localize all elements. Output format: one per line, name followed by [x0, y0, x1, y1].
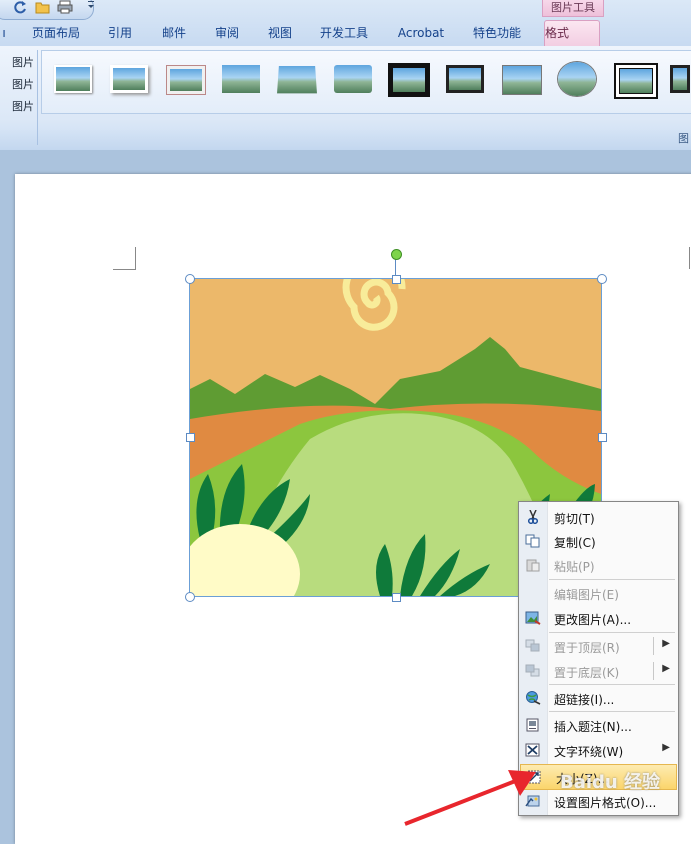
- menu-separator: [549, 711, 675, 712]
- send-back-icon: [525, 664, 541, 678]
- hyperlink-icon: [525, 691, 541, 705]
- resize-handle-bottom-left[interactable]: [185, 592, 195, 602]
- submenu-arrow-icon: ▶: [662, 742, 670, 753]
- picture-style-thumb[interactable]: [277, 65, 317, 94]
- menu-item-insert-caption[interactable]: 插入题注(N)...: [519, 713, 678, 737]
- menu-item-label: 剪切(T): [554, 512, 595, 526]
- ribbon-group-label-bar: [0, 130, 691, 150]
- picture-style-thumb[interactable]: [670, 65, 690, 93]
- scissors-icon: [525, 509, 541, 525]
- watermark-logo: Baidu 经验: [560, 772, 661, 793]
- tab-developer[interactable]: 开发工具: [316, 22, 372, 44]
- resize-handle-top-right[interactable]: [597, 274, 607, 284]
- resize-handle-top-left[interactable]: [185, 274, 195, 284]
- text-wrap-icon: [525, 743, 541, 757]
- tab-acrobat[interactable]: Acrobat: [392, 22, 450, 44]
- menu-separator: [549, 632, 675, 633]
- copy-icon: [525, 534, 541, 548]
- submenu-arrow-icon: ▶: [662, 638, 670, 649]
- ribbon-left-item[interactable]: 图片: [0, 98, 34, 114]
- margin-corner-mark: [113, 247, 136, 270]
- ribbon-left-item[interactable]: 图片: [0, 54, 34, 70]
- tab-cutoff[interactable]: ı: [0, 22, 8, 44]
- menu-item-label: 编辑图片(E): [554, 588, 619, 602]
- submenu-divider: [653, 662, 654, 680]
- menu-item-change-picture[interactable]: 更改图片(A)...: [519, 606, 678, 630]
- menu-item-send-to-back[interactable]: 置于底层(K) ▶: [519, 659, 678, 683]
- picture-styles-gallery: [41, 50, 691, 114]
- customize-chevron-icon[interactable]: [87, 0, 95, 13]
- picture-style-thumb[interactable]: [334, 65, 372, 93]
- picture-style-thumb[interactable]: [388, 63, 430, 97]
- tab-page-layout[interactable]: 页面布局: [28, 22, 84, 44]
- submenu-divider: [653, 637, 654, 655]
- menu-item-label: 置于底层(K): [554, 666, 620, 680]
- submenu-arrow-icon: ▶: [662, 663, 670, 674]
- picture-style-thumb[interactable]: [446, 65, 484, 93]
- tab-format[interactable]: 格式: [544, 20, 600, 47]
- menu-item-paste[interactable]: 粘贴(P): [519, 553, 678, 577]
- tab-mailings[interactable]: 邮件: [156, 22, 192, 44]
- resize-handle-top[interactable]: [392, 275, 401, 284]
- picture-style-thumb[interactable]: [166, 65, 206, 95]
- picture-style-thumb[interactable]: [54, 65, 92, 93]
- redo-icon[interactable]: [13, 0, 27, 14]
- menu-item-label: 文字环绕(W): [554, 745, 624, 759]
- resize-handle-right[interactable]: [598, 433, 607, 442]
- rotate-handle[interactable]: [391, 249, 402, 260]
- menu-item-label: 置于顶层(R): [554, 641, 620, 655]
- menu-item-text-wrapping[interactable]: 文字环绕(W) ▶: [519, 738, 678, 762]
- ribbon-left-group: 图片 图片 图片: [0, 48, 36, 142]
- menu-item-label: 插入题注(N)...: [554, 720, 632, 734]
- ribbon-group-label: 图: [678, 132, 689, 145]
- menu-item-copy[interactable]: 复制(C): [519, 529, 678, 553]
- tab-view[interactable]: 视图: [262, 22, 298, 44]
- insert-caption-icon: [525, 718, 541, 732]
- menu-item-cut[interactable]: 剪切(T): [519, 505, 678, 529]
- quick-access-toolbar: [0, 0, 94, 20]
- annotation-arrow-icon: [404, 770, 536, 826]
- tab-special-features[interactable]: 特色功能: [468, 22, 526, 44]
- picture-tools-context-label: 图片工具: [542, 0, 604, 17]
- paste-icon: [525, 558, 541, 572]
- picture-style-thumb[interactable]: [222, 65, 260, 93]
- resize-handle-bottom[interactable]: [392, 593, 401, 602]
- menu-item-label: 设置图片格式(O)...: [554, 796, 657, 810]
- ribbon-left-item[interactable]: 图片: [0, 76, 34, 92]
- print-icon[interactable]: [57, 0, 73, 14]
- bring-front-icon: [525, 639, 541, 653]
- open-folder-icon[interactable]: [35, 0, 50, 14]
- change-picture-icon: [525, 611, 541, 625]
- menu-item-label: 超链接(I)...: [554, 693, 615, 707]
- ribbon-divider: [37, 50, 38, 145]
- picture-style-thumb[interactable]: [614, 63, 658, 99]
- tab-review[interactable]: 审阅: [209, 22, 245, 44]
- menu-item-bring-to-front[interactable]: 置于顶层(R) ▶: [519, 634, 678, 658]
- picture-style-thumb[interactable]: [557, 61, 597, 97]
- menu-item-label: 更改图片(A)...: [554, 613, 632, 627]
- menu-item-label: 复制(C): [554, 536, 596, 550]
- menu-item-edit-picture[interactable]: 编辑图片(E): [519, 581, 678, 605]
- tab-references[interactable]: 引用: [102, 22, 138, 44]
- menu-item-label: 粘贴(P): [554, 560, 595, 574]
- menu-item-hyperlink[interactable]: 超链接(I)...: [519, 686, 678, 710]
- menu-separator: [549, 579, 675, 580]
- picture-style-thumb[interactable]: [502, 65, 542, 95]
- picture-style-thumb[interactable]: [110, 65, 148, 93]
- resize-handle-left[interactable]: [186, 433, 195, 442]
- menu-separator: [549, 684, 675, 685]
